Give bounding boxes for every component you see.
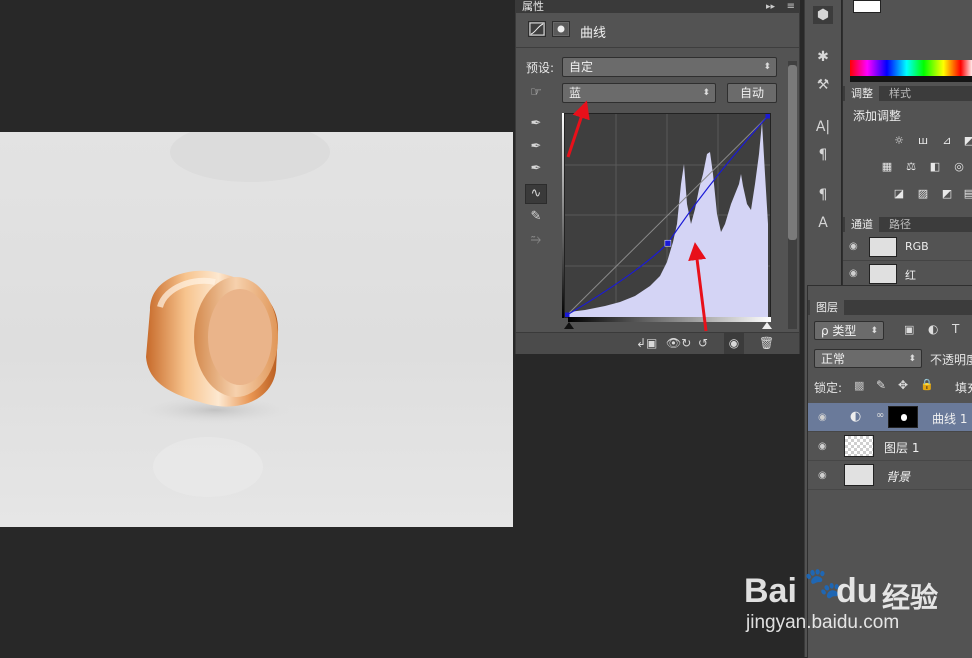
levels-icon[interactable]: ш	[915, 134, 931, 148]
channel-label: 红	[905, 269, 916, 282]
eye-icon[interactable]: ◉	[849, 241, 858, 252]
properties-footer: ↲▣ 👁↻ ↺ ◉ 🗑	[516, 332, 799, 354]
color-spectrum[interactable]	[850, 60, 972, 76]
tool-presets-icon[interactable]: ⚒	[813, 76, 833, 94]
channel-row-red[interactable]: ◉ 红	[843, 261, 972, 288]
gradient-map-icon[interactable]: ▤	[961, 187, 972, 201]
character-icon[interactable]: A|	[813, 118, 833, 136]
lock-transparency-icon[interactable]: ▩	[854, 379, 864, 392]
document-canvas[interactable]	[0, 132, 513, 527]
dropdown-arrow-icon: ⬍	[908, 354, 916, 364]
watermark-url: jingyan.baidu.com	[746, 612, 900, 633]
brush-presets-icon[interactable]: ✱	[813, 48, 833, 66]
filter-image-icon[interactable]: ▣	[904, 323, 914, 336]
invert-icon[interactable]: ◪	[891, 187, 907, 201]
color-balance-icon[interactable]: ⚖	[903, 160, 919, 174]
tab-layers[interactable]: 图层	[810, 300, 844, 315]
layer-mask-thumbnail[interactable]	[888, 406, 918, 428]
channel-label: RGB	[905, 240, 929, 253]
delete-icon[interactable]: 🗑	[759, 333, 774, 354]
watermark-brand-right: du	[836, 572, 878, 610]
properties-scrollbar-thumb[interactable]	[788, 65, 797, 240]
paragraph-icon[interactable]: ¶	[813, 146, 833, 164]
ring-photo	[140, 132, 330, 497]
eye-icon[interactable]: ◉	[818, 441, 827, 452]
filter-adjustment-icon[interactable]: ◐	[928, 322, 938, 336]
properties-panel: 属性 ▸▸ ≡ 曲线 预设: 自定 ⬍ ☞ 蓝 ⬍ 自动 ✒ ✒ ✒ ∿ ✎ ⥲	[515, 0, 800, 354]
layer-row-background[interactable]: ◉ 背景	[808, 461, 972, 490]
lock-move-icon[interactable]: ✥	[898, 378, 908, 392]
adjustments-tabbar: 调整 样式	[843, 86, 972, 101]
paragraph-styles-icon[interactable]: ¶	[813, 186, 833, 204]
channels-tabbar: 通道 路径	[843, 217, 972, 232]
layer-name: 曲线 1	[932, 412, 968, 426]
filter-type-icon[interactable]: T	[952, 322, 959, 336]
exposure-icon[interactable]: ◩	[961, 134, 972, 148]
channel-thumbnail	[869, 264, 897, 284]
watermark-brand-cn: 经验	[882, 581, 939, 614]
opacity-label: 不透明度	[930, 353, 972, 367]
adjustment-layer-icon: ◐	[850, 409, 862, 424]
3d-icon[interactable]: ⬢	[813, 6, 833, 24]
baidu-watermark: Bai 🐾 du 经验 jingyan.baidu.com	[744, 566, 964, 636]
layer-filter-dropdown[interactable]: ρ 类型 ⬍	[814, 321, 884, 340]
layer-row-curves[interactable]: ◉ ◐ ∞ 曲线 1	[808, 403, 972, 432]
layer-row-layer1[interactable]: ◉ 图层 1	[808, 432, 972, 461]
eye-icon[interactable]: ◉	[849, 268, 858, 279]
photo-filter-icon[interactable]: ◎	[951, 160, 967, 174]
reset-icon[interactable]: ↺	[698, 333, 708, 354]
channel-row-rgb[interactable]: ◉ RGB	[843, 234, 972, 261]
tab-paths[interactable]: 路径	[883, 217, 917, 232]
tab-styles[interactable]: 样式	[883, 86, 917, 101]
layers-tabbar: 图层	[808, 300, 972, 315]
eye-icon[interactable]: ◉	[818, 470, 827, 481]
lock-paint-icon[interactable]: ✎	[876, 378, 886, 392]
curves-icon[interactable]: ⊿	[939, 134, 955, 148]
annotation-arrows	[566, 100, 708, 332]
dropdown-arrow-icon: ⬍	[870, 326, 878, 336]
blend-mode-value: 正常	[821, 352, 846, 366]
fill-label: 填充	[955, 381, 972, 395]
layer-name: 图层 1	[884, 441, 920, 455]
black-white-icon[interactable]: ◧	[927, 160, 943, 174]
arrow-to-curve-point	[688, 242, 708, 332]
brightness-icon[interactable]: ☼	[891, 134, 907, 148]
color-spectrum-dark	[850, 76, 972, 82]
threshold-icon[interactable]: ◩	[939, 187, 955, 201]
layer-thumbnail	[844, 464, 874, 486]
layer-name: 背景	[886, 470, 911, 484]
link-icon[interactable]: ∞	[876, 410, 884, 421]
filter-label: ρ 类型	[821, 324, 857, 338]
lock-label: 锁定:	[814, 381, 843, 395]
channel-thumbnail	[869, 237, 897, 257]
visibility-icon[interactable]: ◉	[724, 333, 744, 354]
tab-adjustments[interactable]: 调整	[845, 86, 879, 101]
blend-mode-dropdown[interactable]: 正常 ⬍	[814, 349, 922, 368]
add-adjustment-label: 添加调整	[853, 109, 902, 123]
right-panels: 调整 样式 添加调整 ☼ ш ⊿ ◩ ▦ ⚖ ◧ ◎ ◪ ▨ ◩ ▤ 通道 路径…	[842, 0, 972, 288]
watermark-brand-left: Bai	[744, 572, 797, 610]
hue-icon[interactable]: ▦	[879, 160, 895, 174]
tab-channels[interactable]: 通道	[845, 217, 879, 232]
arrow-to-channel	[566, 100, 590, 158]
view-previous-icon[interactable]: 👁↻	[666, 333, 691, 354]
lock-all-icon[interactable]: 🔒	[920, 378, 934, 391]
character-styles-icon[interactable]: A	[813, 214, 833, 232]
clip-to-layer-icon[interactable]: ↲▣	[636, 333, 657, 354]
layer-thumbnail	[844, 435, 874, 457]
eye-icon[interactable]: ◉	[818, 412, 827, 423]
posterize-icon[interactable]: ▨	[915, 187, 931, 201]
background-color-swatch[interactable]	[853, 0, 881, 13]
